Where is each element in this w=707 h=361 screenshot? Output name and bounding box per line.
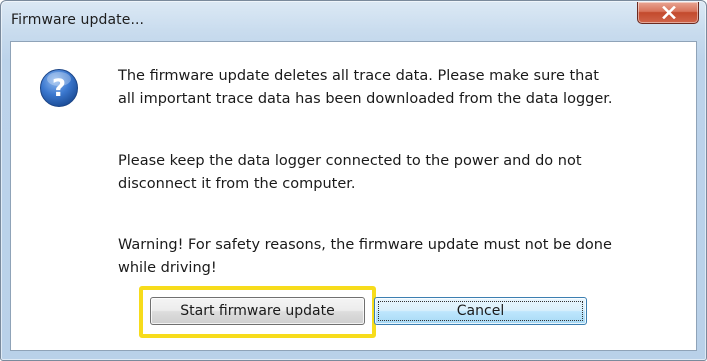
message-line: all important trace data has been downlo… — [118, 91, 613, 107]
question-icon: ? — [39, 68, 79, 112]
dialog-content: ? The firmware update deletes all trace … — [10, 41, 697, 351]
message-paragraph-3: Warning! For safety reasons, the firmwar… — [118, 234, 612, 280]
message-line: The firmware update deletes all trace da… — [118, 68, 599, 84]
dialog-window: Firmware update... ? The firmware update… — [0, 0, 707, 361]
svg-text:?: ? — [52, 74, 66, 102]
start-firmware-update-button[interactable]: Start firmware update — [150, 297, 365, 325]
message-line: while driving! — [118, 260, 217, 276]
message-paragraph-2: Please keep the data logger connected to… — [118, 150, 582, 196]
message-line: disconnect it from the computer. — [118, 176, 356, 192]
cancel-button-label: Cancel — [456, 303, 505, 319]
message-line: Warning! For safety reasons, the firmwar… — [118, 237, 612, 253]
title-bar[interactable]: Firmware update... — [1, 1, 706, 41]
window-title: Firmware update... — [11, 12, 145, 28]
close-x-icon — [662, 6, 676, 19]
message-line: Please keep the data logger connected to… — [118, 153, 582, 169]
close-button[interactable] — [637, 2, 699, 24]
message-paragraph-1: The firmware update deletes all trace da… — [118, 65, 613, 111]
cancel-button[interactable]: Cancel — [374, 297, 587, 325]
